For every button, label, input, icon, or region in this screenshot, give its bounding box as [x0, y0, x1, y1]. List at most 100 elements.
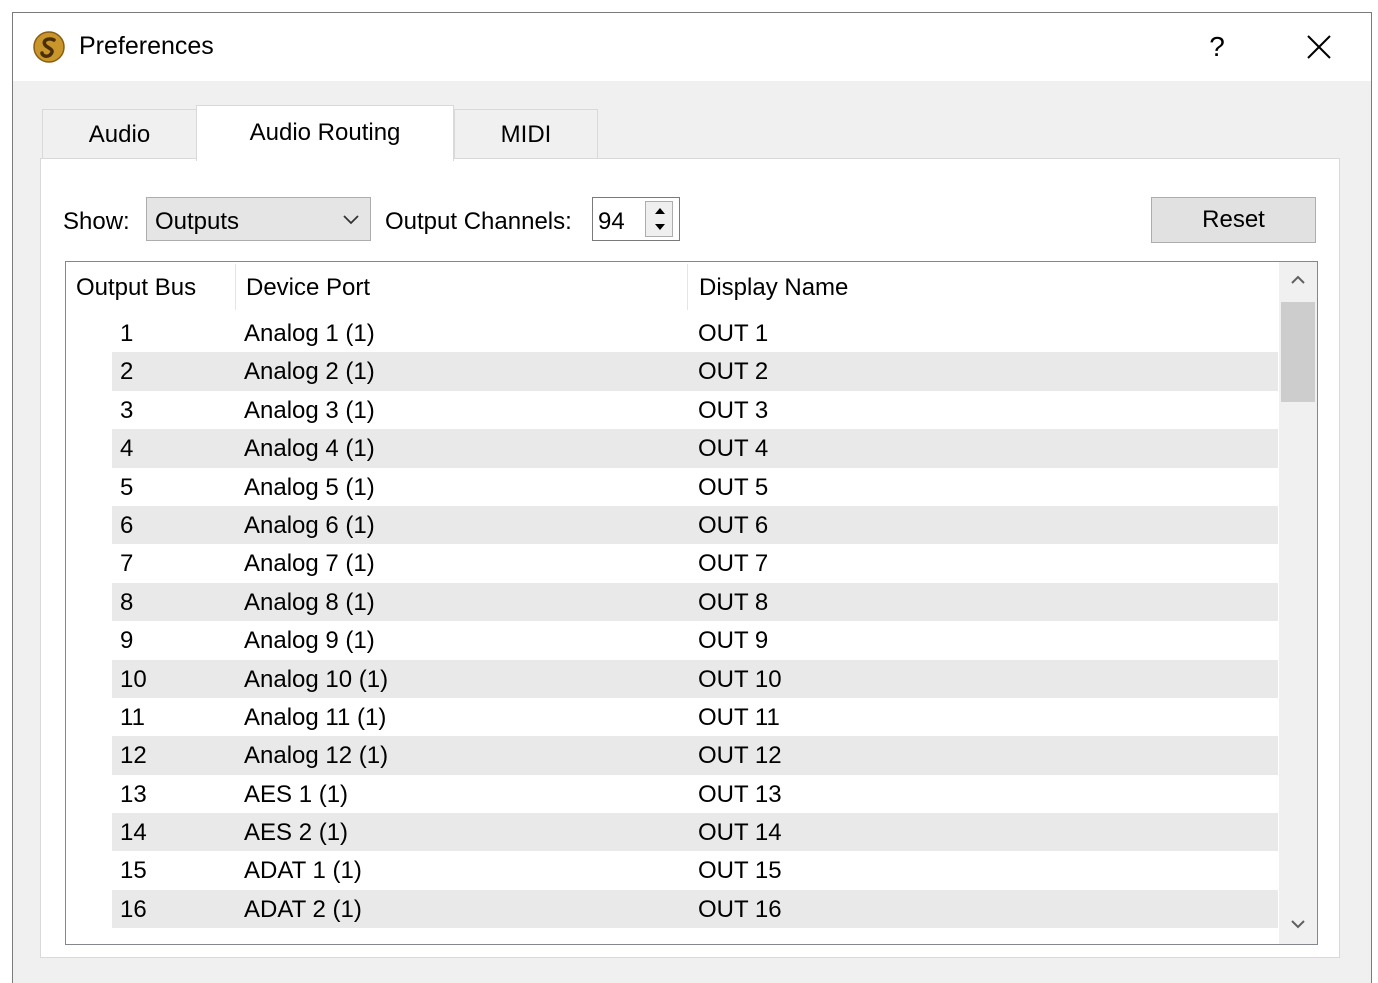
table-row[interactable]: 13 AES 1 (1) OUT 13 — [66, 775, 1278, 813]
tab-audio[interactable]: Audio — [42, 109, 197, 159]
column-header-output-bus[interactable]: Output Bus — [76, 262, 236, 312]
output-channels-value[interactable]: 94 — [598, 208, 625, 236]
scroll-down-button[interactable] — [1279, 906, 1317, 944]
display-name-cell: OUT 7 — [698, 550, 769, 578]
display-name-cell: OUT 5 — [698, 473, 769, 501]
show-dropdown-value: Outputs — [155, 208, 240, 235]
table-row[interactable]: 1 Analog 1 (1) OUT 1 — [66, 314, 1278, 352]
display-name-cell: OUT 16 — [698, 895, 782, 923]
display-name-cell: OUT 14 — [698, 819, 782, 847]
table-row[interactable]: 10 Analog 10 (1) OUT 10 — [66, 659, 1278, 698]
device-port-cell: Analog 6 (1) — [244, 511, 375, 539]
device-port-cell: Analog 9 (1) — [244, 627, 375, 655]
scrollbar-thumb[interactable] — [1281, 302, 1315, 402]
audio-routing-panel: Show: Outputs Output Channels: 94 Reset … — [40, 158, 1340, 958]
help-button[interactable]: ? — [1189, 21, 1245, 73]
table-row[interactable]: 2 Analog 2 (1) OUT 2 — [66, 352, 1278, 391]
table-row[interactable]: 9 Analog 9 (1) OUT 9 — [66, 621, 1278, 659]
display-name-cell: OUT 15 — [698, 857, 782, 885]
scroll-up-icon — [1291, 275, 1305, 284]
display-name-cell: OUT 12 — [698, 742, 782, 770]
show-dropdown[interactable]: Outputs — [146, 197, 371, 241]
output-bus-cell: 10 — [120, 665, 147, 693]
title-bar[interactable]: Preferences ? — [13, 13, 1371, 81]
spin-buttons — [645, 201, 673, 237]
table-row[interactable]: 8 Analog 8 (1) OUT 8 — [66, 582, 1278, 622]
display-name-cell: OUT 1 — [698, 320, 769, 347]
output-bus-cell: 2 — [120, 358, 134, 386]
routing-table: Output Bus Device Port Display Name 1 Ana… — [65, 261, 1318, 945]
table-row[interactable]: 16 ADAT 2 (1) OUT 16 — [66, 889, 1278, 929]
scroll-down-icon — [1291, 920, 1305, 929]
table-row[interactable]: 15 ADAT 1 (1) OUT 15 — [66, 851, 1278, 889]
table-row[interactable]: 11 Analog 11 (1) OUT 11 — [66, 698, 1278, 736]
output-bus-cell: 12 — [120, 742, 147, 770]
device-port-cell: Analog 5 (1) — [244, 473, 375, 501]
output-bus-cell: 6 — [120, 511, 134, 539]
show-label: Show: — [63, 208, 130, 235]
output-bus-cell: 15 — [120, 857, 147, 885]
display-name-cell: OUT 3 — [698, 396, 769, 424]
table-row[interactable]: 12 Analog 12 (1) OUT 12 — [66, 736, 1278, 775]
table-row[interactable]: 5 Analog 5 (1) OUT 5 — [66, 468, 1278, 506]
chevron-down-icon — [343, 215, 359, 225]
output-bus-cell: 11 — [120, 703, 145, 731]
table-row[interactable]: 14 AES 2 (1) OUT 14 — [66, 813, 1278, 852]
table-row[interactable]: 7 Analog 7 (1) OUT 7 — [66, 544, 1278, 582]
device-port-cell: Analog 1 (1) — [244, 320, 375, 347]
device-port-cell: Analog 2 (1) — [244, 358, 375, 386]
output-bus-cell: 7 — [120, 550, 134, 578]
device-port-cell: Analog 4 (1) — [244, 435, 375, 463]
column-divider[interactable] — [235, 264, 236, 310]
column-header-device-port[interactable]: Device Port — [246, 262, 686, 312]
vertical-scrollbar[interactable] — [1279, 262, 1317, 944]
display-name-cell: OUT 2 — [698, 358, 769, 386]
display-name-cell: OUT 9 — [698, 627, 769, 655]
device-port-cell: Analog 8 (1) — [244, 588, 375, 616]
display-name-cell: OUT 10 — [698, 665, 782, 693]
spin-up-icon — [655, 208, 665, 214]
spin-up-button[interactable] — [646, 202, 672, 219]
device-port-cell: Analog 10 (1) — [244, 665, 389, 693]
device-port-cell: ADAT 1 (1) — [244, 857, 362, 885]
device-port-cell: Analog 12 (1) — [244, 742, 389, 770]
scroll-up-button[interactable] — [1279, 262, 1317, 300]
close-button[interactable] — [1291, 21, 1347, 73]
display-name-cell: OUT 13 — [698, 780, 782, 808]
display-name-cell: OUT 11 — [698, 703, 780, 731]
preferences-window: Preferences ? Audio Audio Routing MIDI S… — [12, 12, 1372, 983]
output-bus-cell: 13 — [120, 780, 147, 808]
device-port-cell: Analog 3 (1) — [244, 396, 375, 424]
column-divider[interactable] — [687, 264, 688, 310]
display-name-cell: OUT 8 — [698, 588, 769, 616]
display-name-cell: OUT 6 — [698, 511, 769, 539]
spin-down-button[interactable] — [646, 219, 672, 236]
output-bus-cell: 16 — [120, 895, 147, 923]
tab-audio-routing[interactable]: Audio Routing — [196, 105, 454, 161]
table-row[interactable]: 6 Analog 6 (1) OUT 6 — [66, 505, 1278, 545]
output-bus-cell: 9 — [120, 627, 134, 655]
output-channels-label: Output Channels: — [385, 208, 572, 235]
window-title: Preferences — [79, 32, 214, 60]
device-port-cell: Analog 7 (1) — [244, 550, 375, 578]
output-channels-spinbox[interactable]: 94 — [592, 197, 680, 241]
reset-button[interactable]: Reset — [1151, 197, 1316, 243]
display-name-cell: OUT 4 — [698, 435, 769, 463]
tab-midi[interactable]: MIDI — [454, 109, 598, 159]
app-logo-icon — [33, 31, 65, 63]
column-header-display-name[interactable]: Display Name — [699, 262, 1259, 312]
output-bus-cell: 5 — [120, 473, 134, 501]
output-bus-cell: 14 — [120, 819, 147, 847]
table-row[interactable]: 3 Analog 3 (1) OUT 3 — [66, 391, 1278, 429]
device-port-cell: AES 1 (1) — [244, 780, 349, 808]
output-bus-cell: 4 — [120, 435, 134, 463]
spin-down-icon — [655, 224, 665, 230]
close-icon — [1307, 35, 1331, 59]
output-bus-cell: 8 — [120, 588, 134, 616]
output-bus-cell: 3 — [120, 396, 134, 424]
device-port-cell: AES 2 (1) — [244, 819, 349, 847]
table-body: 1 Analog 1 (1) OUT 1 2 Analog 2 (1) OUT 2 3 A… — [66, 314, 1278, 929]
table-row[interactable]: 4 Analog 4 (1) OUT 4 — [66, 429, 1278, 468]
device-port-cell: ADAT 2 (1) — [244, 895, 362, 923]
device-port-cell: Analog 11 (1) — [244, 703, 387, 731]
